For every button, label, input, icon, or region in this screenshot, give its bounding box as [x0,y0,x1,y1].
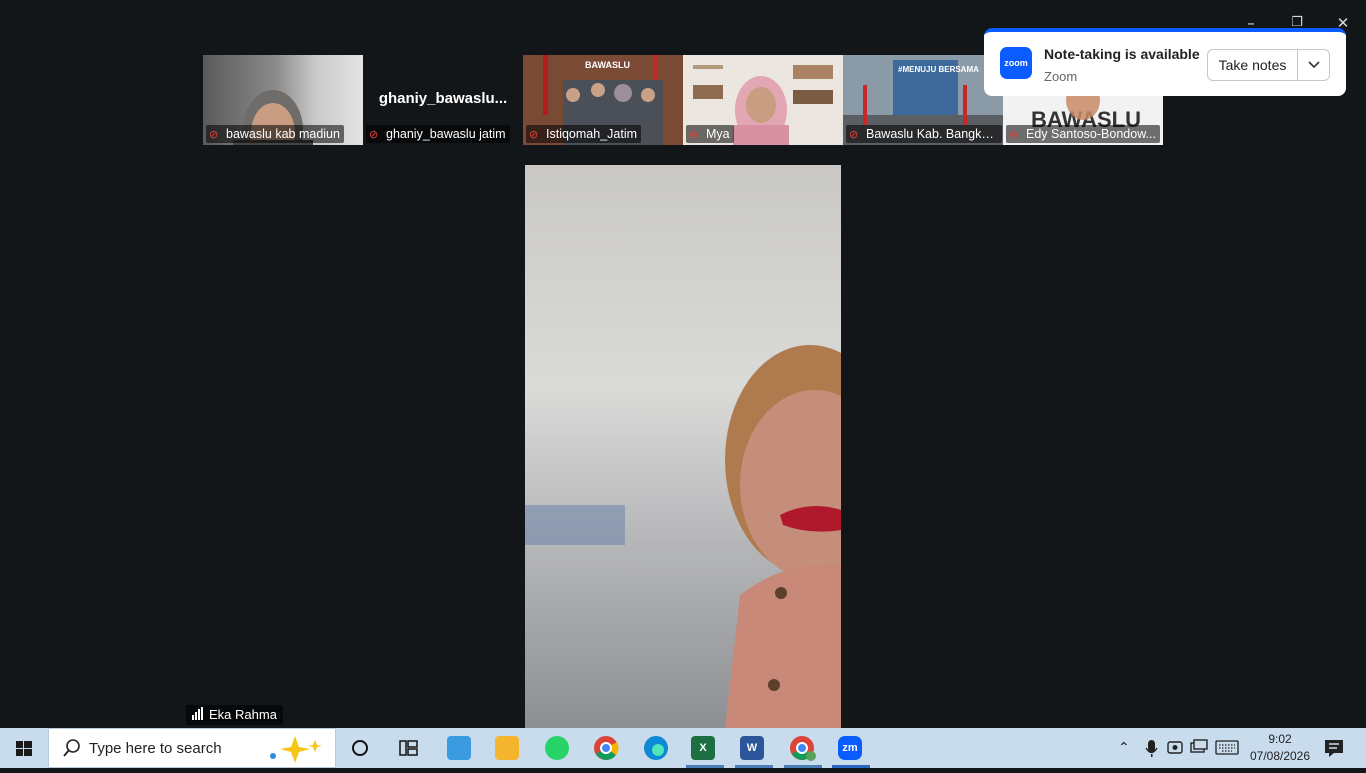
participant-name-label: ⊘ ghaniy_bawaslu jatim [366,125,510,143]
windows-taskbar: Type here to search X W zm ⌃ 9:02 07/08/… [0,728,1366,768]
excel-icon[interactable]: X [691,736,715,760]
take-notes-dropdown-button[interactable] [1298,50,1330,80]
keyboard-glyph [1215,740,1239,755]
taskbar-search-box[interactable]: Type here to search [48,728,336,768]
participant-tile[interactable]: ⊘ bawaslu kab madiun [203,55,363,145]
microphone-icon[interactable] [1142,728,1162,768]
participant-display-name: ghaniy_bawaslu... [378,90,508,107]
participant-name-label: ⊘ bawaslu kab madiun [206,125,344,143]
task-view-button[interactable] [388,728,428,768]
participant-name-label: ⊘ Istiqomah_Jatim [526,125,642,143]
active-speaker-video [525,165,841,728]
windows-logo-icon [16,741,32,756]
zoom-meeting-window: – ❐ ✕ ⊘ bawaslu kab madiun ghaniy_bawaslu… [0,0,1366,728]
whatsapp-icon[interactable] [545,736,569,760]
active-speaker-label: Eka Rahma [186,705,283,725]
search-placeholder: Type here to search [89,740,222,757]
participant-tile[interactable]: ghaniy_bawaslu... ⊘ ghaniy_bawaslu jatim [363,55,523,145]
notification-icon [1325,740,1343,757]
participant-name-label: ⊘ Edy Santoso-Bondow... [1006,125,1160,143]
mic-muted-icon: ⊘ [689,128,699,141]
sparkle-search-highlight-icon [270,736,322,763]
show-hidden-icons-chevron-icon[interactable]: ⌃ [1118,728,1136,768]
clock-time: 9:02 [1268,732,1292,746]
folder-icon[interactable] [495,736,519,760]
action-center-button[interactable] [1320,728,1348,768]
word-icon[interactable]: W [740,736,764,760]
taskbar-clock[interactable]: 9:02 07/08/2026 [1244,731,1316,765]
speaker-video-frame [525,345,841,728]
participant-tile[interactable]: BAWASLU ⊘ Istiqomah_Jatim [523,55,683,145]
keyboard-icon[interactable] [1214,728,1240,768]
chrome-profile-button[interactable] [786,728,818,768]
cortana-button[interactable] [340,728,380,768]
start-button[interactable] [0,728,48,768]
take-notes-button[interactable]: Take notes [1208,50,1297,80]
participant-name-label: ⊘ Bawaslu Kab. Bangkal... [846,125,1002,143]
control-panel-icon[interactable] [447,736,471,760]
notification-title: Note-taking is available [1044,46,1200,62]
mic-muted-icon: ⊘ [849,128,859,141]
bawaslu-banner-text: BAWASLU [585,60,630,70]
edge-icon [644,736,668,760]
network-glyph [1190,739,1208,753]
network-icon[interactable] [1188,728,1210,768]
mic-muted-icon: ⊘ [209,128,219,141]
circle-icon [352,740,368,756]
participant-name-label: ⊘ Mya [686,125,734,143]
search-icon [63,739,80,757]
signal-strength-icon [192,706,204,726]
participant-tile[interactable]: ⊘ Mya [683,55,843,145]
clock-date: 07/08/2026 [1249,749,1311,763]
event-banner-text: #MENUJU BERSAMA [898,65,979,74]
camera-glyph [1167,741,1183,754]
mic-muted-icon: ⊘ [369,128,379,141]
mic-muted-icon: ⊘ [1009,128,1019,141]
edge-button[interactable] [640,728,672,768]
notification-app-name: Zoom [1044,69,1078,84]
mic-muted-icon: ⊘ [529,128,539,141]
zoom-logo-icon: zoom [1000,47,1032,79]
participant-tile[interactable]: #MENUJU BERSAMA ⊘ Bawaslu Kab. Bangkal... [843,55,1003,145]
chrome-profile-icon [790,736,816,761]
microphone-glyph [1145,740,1158,757]
chevron-down-icon [1308,61,1320,69]
take-notes-split-button: Take notes [1207,49,1330,81]
chrome-icon [594,736,619,760]
chrome-button[interactable] [590,728,622,768]
task-view-icon [399,740,418,756]
zoom-icon[interactable]: zm [838,736,862,760]
camera-in-use-icon[interactable] [1165,728,1185,768]
note-taking-notification: zoom Note-taking is available Zoom Take … [984,28,1346,96]
